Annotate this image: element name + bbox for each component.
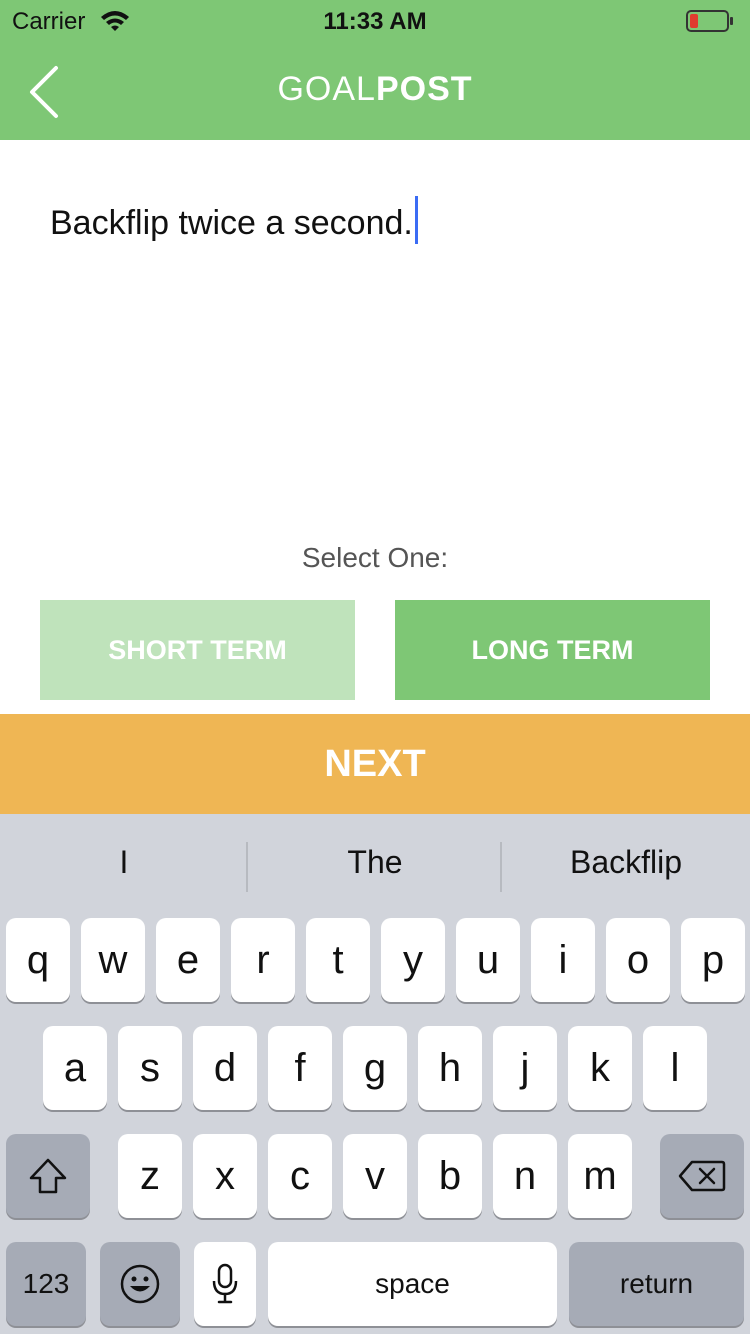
brand-post: POST [375,70,473,108]
shift-key[interactable] [6,1134,90,1218]
key-h[interactable]: h [418,1026,482,1110]
key-f[interactable]: f [268,1026,332,1110]
key-e[interactable]: e [156,918,220,1002]
key-s[interactable]: s [118,1026,182,1110]
key-r[interactable]: r [231,918,295,1002]
short-term-button[interactable]: SHORT TERM [40,600,355,700]
key-k[interactable]: k [568,1026,632,1110]
key-g[interactable]: g [343,1026,407,1110]
key-t[interactable]: t [306,918,370,1002]
space-key[interactable]: space [268,1242,557,1326]
battery-icon [686,10,734,32]
key-d[interactable]: d [193,1026,257,1110]
key-l[interactable]: l [643,1026,707,1110]
key-y[interactable]: y [381,918,445,1002]
goal-text-value: Backflip twice a second. [50,204,413,242]
backspace-icon [678,1160,726,1192]
emoji-icon [120,1264,160,1304]
key-z[interactable]: z [118,1134,182,1218]
key-x[interactable]: x [193,1134,257,1218]
return-key[interactable]: return [569,1242,744,1326]
key-o[interactable]: o [606,918,670,1002]
shift-icon [29,1158,67,1194]
select-one-label: Select One: [301,542,449,573]
numbers-key[interactable]: 123 [6,1242,86,1326]
suggestion-2[interactable]: The [248,844,502,881]
backspace-key[interactable] [660,1134,744,1218]
key-j[interactable]: j [493,1026,557,1110]
app-title: GOALPOST [0,70,750,109]
suggestion-1[interactable]: I [0,844,248,881]
next-button[interactable]: NEXT [0,714,750,814]
dictation-key[interactable] [194,1242,256,1326]
microphone-icon [212,1263,238,1304]
key-m[interactable]: m [568,1134,632,1218]
app-header: Carrier 11:33 AM GOALPOST [0,0,750,140]
key-u[interactable]: u [456,918,520,1002]
emoji-key[interactable] [100,1242,180,1326]
status-bar: Carrier 11:33 AM [0,0,750,40]
goal-text-input[interactable]: Backflip twice a second. [50,196,418,244]
key-q[interactable]: q [6,918,70,1002]
status-time: 11:33 AM [323,8,427,35]
keyboard: I The Backflip q w e r t y u i o p a s d… [0,814,750,1334]
key-b[interactable]: b [418,1134,482,1218]
text-caret [414,196,418,244]
key-p[interactable]: p [681,918,745,1002]
long-term-button[interactable]: LONG TERM [395,600,710,700]
key-n[interactable]: n [493,1134,557,1218]
suggestion-3[interactable]: Backflip [502,844,750,881]
key-w[interactable]: w [81,918,145,1002]
key-v[interactable]: v [343,1134,407,1218]
key-c[interactable]: c [268,1134,332,1218]
key-i[interactable]: i [531,918,595,1002]
key-a[interactable]: a [43,1026,107,1110]
brand-goal: GOAL [277,70,376,108]
